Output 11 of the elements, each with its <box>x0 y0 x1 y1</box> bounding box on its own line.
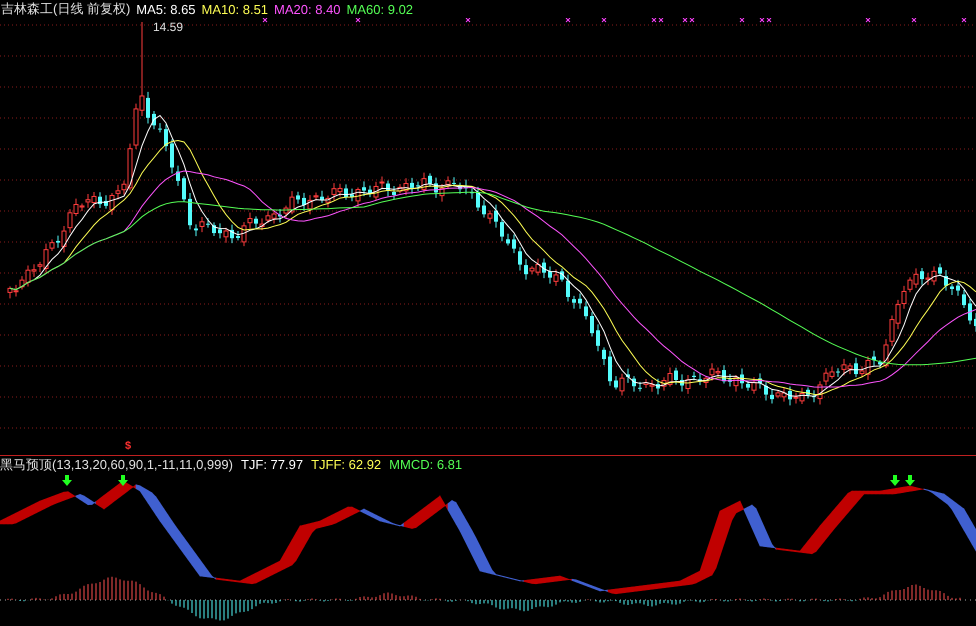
signal-marker: $ <box>125 439 132 453</box>
stock-title: 吉林森工(日线 前复权) <box>1 0 130 18</box>
indicator-value: TJF: 77.97 <box>240 457 304 472</box>
moving-average-value: MA60: 9.02 <box>346 2 414 16</box>
indicator-title: 黑马预顶(13,13,20,60,90,1,-11,11,0,999) <box>0 456 233 474</box>
indicator-value: MMCD: 6.81 <box>389 457 462 472</box>
moving-average-value: MA5: 8.65 <box>136 2 196 16</box>
indicator-value: TJFF: 62.92 <box>311 457 382 472</box>
moving-average-value: MA20: 8.40 <box>274 2 341 16</box>
high-price-label: 14.59 <box>153 20 184 34</box>
moving-average-value: MA10: 8.51 <box>202 2 268 16</box>
